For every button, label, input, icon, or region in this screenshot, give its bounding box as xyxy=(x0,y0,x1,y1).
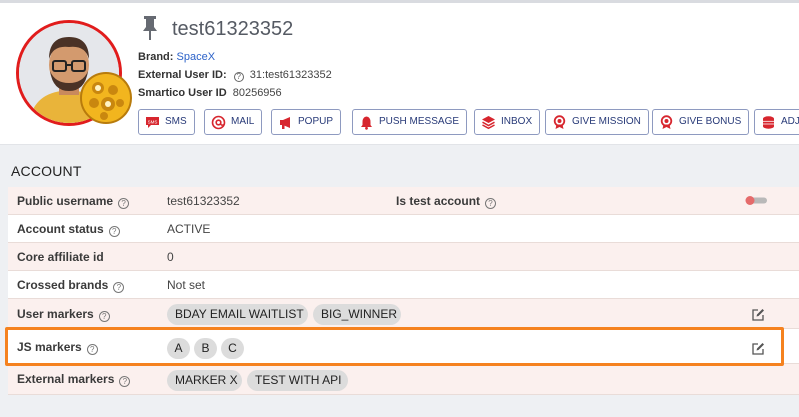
give-mission-button[interactable]: GIVE MISSION xyxy=(545,109,649,135)
table-row: Account status? ACTIVE xyxy=(8,215,799,243)
help-icon[interactable]: ? xyxy=(485,198,497,209)
help-icon[interactable]: ? xyxy=(113,282,125,293)
pin-icon[interactable] xyxy=(140,15,160,41)
marker-chip: BIG_WINNER xyxy=(313,304,401,325)
at-icon xyxy=(211,115,226,130)
avatar xyxy=(16,20,132,126)
push-message-button[interactable]: PUSH MESSAGE xyxy=(352,109,468,135)
crossed-brands-value: Not set xyxy=(167,278,206,292)
marker-chip: MARKER X xyxy=(167,370,242,391)
bell-icon xyxy=(361,116,372,130)
table-row: User markers? BDAY EMAIL WAITLIST BIG_WI… xyxy=(8,299,799,329)
crossed-brands-label: Crossed brands? xyxy=(17,278,125,293)
inbox-button[interactable]: INBOX xyxy=(474,109,541,135)
core-affiliate-label: Core affiliate id xyxy=(17,250,104,264)
marker-chip: TEST WITH API xyxy=(247,370,348,391)
megaphone-icon xyxy=(280,117,290,129)
public-username-label-text: Public username xyxy=(17,194,114,208)
coins-icon xyxy=(763,116,774,129)
account-status-label: Account status? xyxy=(17,222,120,237)
give-bonus-button-label: GIVE BONUS xyxy=(679,116,742,127)
public-username-value: test61323352 xyxy=(167,194,240,208)
help-icon[interactable]: ? xyxy=(119,376,131,387)
external-id-label: External User ID: xyxy=(138,69,227,81)
marker-chip: BDAY EMAIL WAITLIST xyxy=(167,304,308,325)
external-id-value: 31:test61323352 xyxy=(249,69,332,81)
external-markers-label: External markers? xyxy=(17,372,131,387)
user-markers-label-text: User markers xyxy=(17,307,94,321)
popup-button-label: POPUP xyxy=(298,116,334,127)
popup-button[interactable]: POPUP xyxy=(271,109,342,135)
section-title-account: ACCOUNT xyxy=(11,163,82,179)
external-markers-label-text: External markers xyxy=(17,372,115,386)
table-row: Crossed brands? Not set xyxy=(8,271,799,299)
help-icon[interactable]: ? xyxy=(118,198,130,209)
account-status-value: ACTIVE xyxy=(167,222,211,236)
brand-label: Brand: xyxy=(138,51,174,63)
page-title: test61323352 xyxy=(172,18,294,40)
user-header: test61323352 Brand: SpaceX External User… xyxy=(0,0,799,145)
brand-line: Brand: SpaceX xyxy=(138,51,215,63)
help-icon[interactable]: ? xyxy=(233,72,244,82)
crossed-brands-label-text: Crossed brands xyxy=(17,278,109,292)
table-row: Core affiliate id 0 xyxy=(8,243,799,271)
table-row: Public username? test61323352 Is test ac… xyxy=(8,187,799,215)
give-bonus-button[interactable]: GIVE BONUS xyxy=(652,109,750,135)
js-markers-highlight xyxy=(5,327,784,366)
top-divider xyxy=(0,0,799,3)
edit-icon[interactable] xyxy=(751,308,765,322)
give-mission-button-label: GIVE MISSION xyxy=(572,116,641,127)
account-status-label-text: Account status xyxy=(17,222,104,236)
sms-button[interactable]: SMS SMS xyxy=(138,109,195,135)
inbox-button-label: INBOX xyxy=(501,116,533,127)
smartico-id-value: 80256956 xyxy=(232,87,282,99)
table-row: External markers? MARKER X TEST WITH API xyxy=(8,364,799,395)
sms-icon: SMS xyxy=(146,117,159,128)
core-affiliate-value: 0 xyxy=(167,250,174,264)
sms-button-label: SMS xyxy=(165,116,187,127)
mail-button-label: MAIL xyxy=(231,116,255,127)
mail-button[interactable]: MAIL xyxy=(204,109,263,135)
adjust-button[interactable]: ADJ xyxy=(754,109,799,135)
external-id-line: External User ID: ? 31:test61323352 xyxy=(138,69,332,82)
ball-badge-icon xyxy=(80,72,132,124)
smartico-id-line: Smartico User ID 80256956 xyxy=(138,87,282,99)
help-icon[interactable]: ? xyxy=(98,311,110,322)
layers-icon xyxy=(482,116,495,130)
award-icon xyxy=(660,115,673,129)
user-markers-label: User markers? xyxy=(17,307,110,322)
award-icon xyxy=(553,115,566,129)
is-test-label: Is test account? xyxy=(396,194,497,209)
smartico-id-label: Smartico User ID xyxy=(138,87,227,99)
help-icon[interactable]: ? xyxy=(108,226,120,237)
svg-text:SMS: SMS xyxy=(148,119,158,124)
push-message-button-label: PUSH MESSAGE xyxy=(379,116,460,127)
is-test-label-text: Is test account xyxy=(396,194,481,208)
brand-link[interactable]: SpaceX xyxy=(177,51,216,63)
public-username-label: Public username? xyxy=(17,194,130,209)
adjust-button-label: ADJ xyxy=(781,116,799,127)
is-test-toggle[interactable] xyxy=(745,196,768,205)
